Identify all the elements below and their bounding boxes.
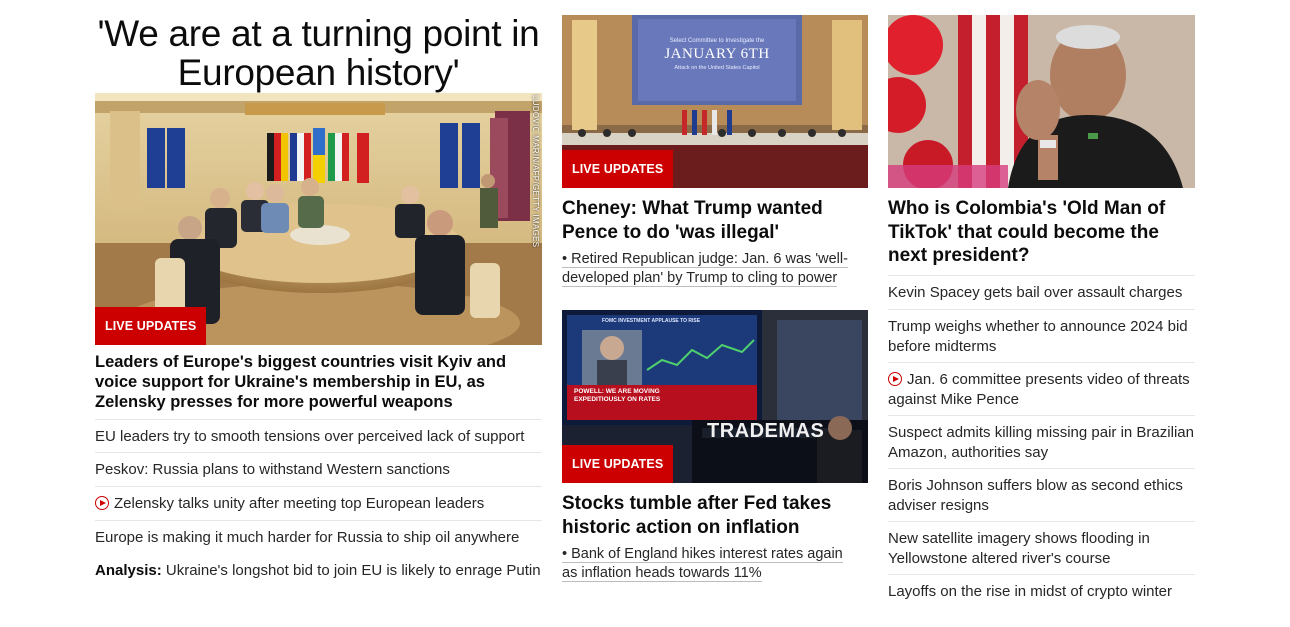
link-text[interactable]: New satellite imagery shows flooding in … bbox=[888, 530, 1150, 567]
live-updates-badge: LIVE UPDATES bbox=[95, 307, 207, 345]
link-text[interactable]: EU leaders try to smooth tensions over p… bbox=[95, 428, 524, 445]
link-text[interactable]: Suspect admits killing missing pair in B… bbox=[888, 424, 1194, 461]
analysis-label: Analysis: bbox=[95, 562, 162, 579]
link-text[interactable]: Boris Johnson suffers blow as second eth… bbox=[888, 477, 1183, 514]
story2-headline[interactable]: Stocks tumble after Fed takes historic a… bbox=[562, 492, 868, 539]
video-play-icon bbox=[888, 372, 902, 386]
video-play-icon bbox=[95, 496, 109, 510]
list-item[interactable]: Trump weighs whether to announce 2024 bi… bbox=[888, 309, 1195, 362]
link-text[interactable]: Zelensky talks unity after meeting top E… bbox=[114, 495, 484, 512]
right-link-list: Kevin Spacey gets bail over assault char… bbox=[888, 275, 1195, 608]
list-item[interactable]: Suspect admits killing missing pair in B… bbox=[888, 415, 1195, 468]
link-text[interactable]: Trump weighs whether to announce 2024 bi… bbox=[888, 318, 1188, 355]
ticker-sign: TRADEMAS bbox=[707, 420, 825, 442]
story1-headline[interactable]: Cheney: What Trump wanted Pence to do 'w… bbox=[562, 197, 868, 244]
story2-subheadline[interactable]: • Bank of England hikes interest rates a… bbox=[562, 545, 862, 583]
lead-headline[interactable]: Leaders of Europe's biggest countries vi… bbox=[95, 352, 542, 419]
list-item[interactable]: Jan. 6 committee presents video of threa… bbox=[888, 362, 1195, 415]
list-item[interactable]: Layoffs on the rise in midst of crypto w… bbox=[888, 574, 1195, 608]
story1-subheadline[interactable]: • Retired Republican judge: Jan. 6 was '… bbox=[562, 250, 852, 288]
link-text[interactable]: Layoffs on the rise in midst of crypto w… bbox=[888, 583, 1172, 600]
story1-image-link[interactable]: Select Committee to Investigate the JANU… bbox=[562, 15, 868, 188]
lead-link-list: EU leaders try to smooth tensions over p… bbox=[95, 419, 542, 588]
link-text[interactable]: Jan. 6 committee presents video of threa… bbox=[888, 371, 1190, 408]
screen-caption-top: Select Committee to Investigate the bbox=[669, 38, 765, 44]
right-column: Who is Colombia's 'Old Man of TikTok' th… bbox=[888, 0, 1195, 608]
link-text[interactable]: Ukraine's longshot bid to join EU is lik… bbox=[162, 562, 541, 579]
screen-top-caption: FOMC INVESTMENT APPLAUSE TO RISE bbox=[602, 318, 701, 324]
middle-column: Select Committee to Investigate the JANU… bbox=[562, 0, 868, 583]
right-headline[interactable]: Who is Colombia's 'Old Man of TikTok' th… bbox=[888, 197, 1195, 275]
subheadline-text: • Retired Republican judge: Jan. 6 was '… bbox=[562, 251, 848, 287]
list-item[interactable]: Analysis: Ukraine's longshot bid to join… bbox=[95, 554, 542, 588]
list-item[interactable]: Kevin Spacey gets bail over assault char… bbox=[888, 275, 1195, 309]
right-image-link[interactable] bbox=[888, 15, 1195, 188]
list-item[interactable]: EU leaders try to smooth tensions over p… bbox=[95, 419, 542, 452]
live-updates-badge: LIVE UPDATES bbox=[562, 150, 674, 188]
screen-caption-title: JANUARY 6TH bbox=[664, 46, 770, 62]
link-text[interactable]: Europe is making it much harder for Russ… bbox=[95, 529, 519, 546]
screen-caption-sub: Attack on the United States Capitol bbox=[674, 65, 760, 71]
link-text[interactable]: Kevin Spacey gets bail over assault char… bbox=[888, 284, 1182, 301]
link-text[interactable]: Peskov: Russia plans to withstand Wester… bbox=[95, 461, 450, 478]
list-item[interactable]: Europe is making it much harder for Russ… bbox=[95, 520, 542, 554]
list-item[interactable]: Boris Johnson suffers blow as second eth… bbox=[888, 468, 1195, 521]
list-item[interactable]: Peskov: Russia plans to withstand Wester… bbox=[95, 452, 542, 486]
screen-lower-third: POWELL: WE ARE MOVING EXPEDITIOUSLY ON R… bbox=[574, 388, 661, 403]
subheadline-text: • Bank of England hikes interest rates a… bbox=[562, 546, 843, 582]
portrait-photo bbox=[888, 15, 1195, 188]
list-item[interactable]: New satellite imagery shows flooding in … bbox=[888, 521, 1195, 574]
banner-headline[interactable]: 'We are at a turning point in European h… bbox=[95, 14, 542, 93]
lead-image-link[interactable]: LUDOVIC MARIN/AFP/GETTY IMAGES LIVE UPDA… bbox=[95, 93, 542, 345]
live-updates-badge: LIVE UPDATES bbox=[562, 445, 674, 483]
story2-image-link[interactable]: FOMC INVESTMENT APPLAUSE TO RISE POWELL:… bbox=[562, 310, 868, 483]
lead-column: 'We are at a turning point in European h… bbox=[95, 0, 542, 588]
list-item[interactable]: Zelensky talks unity after meeting top E… bbox=[95, 486, 542, 520]
image-credit: LUDOVIC MARIN/AFP/GETTY IMAGES bbox=[531, 95, 540, 248]
